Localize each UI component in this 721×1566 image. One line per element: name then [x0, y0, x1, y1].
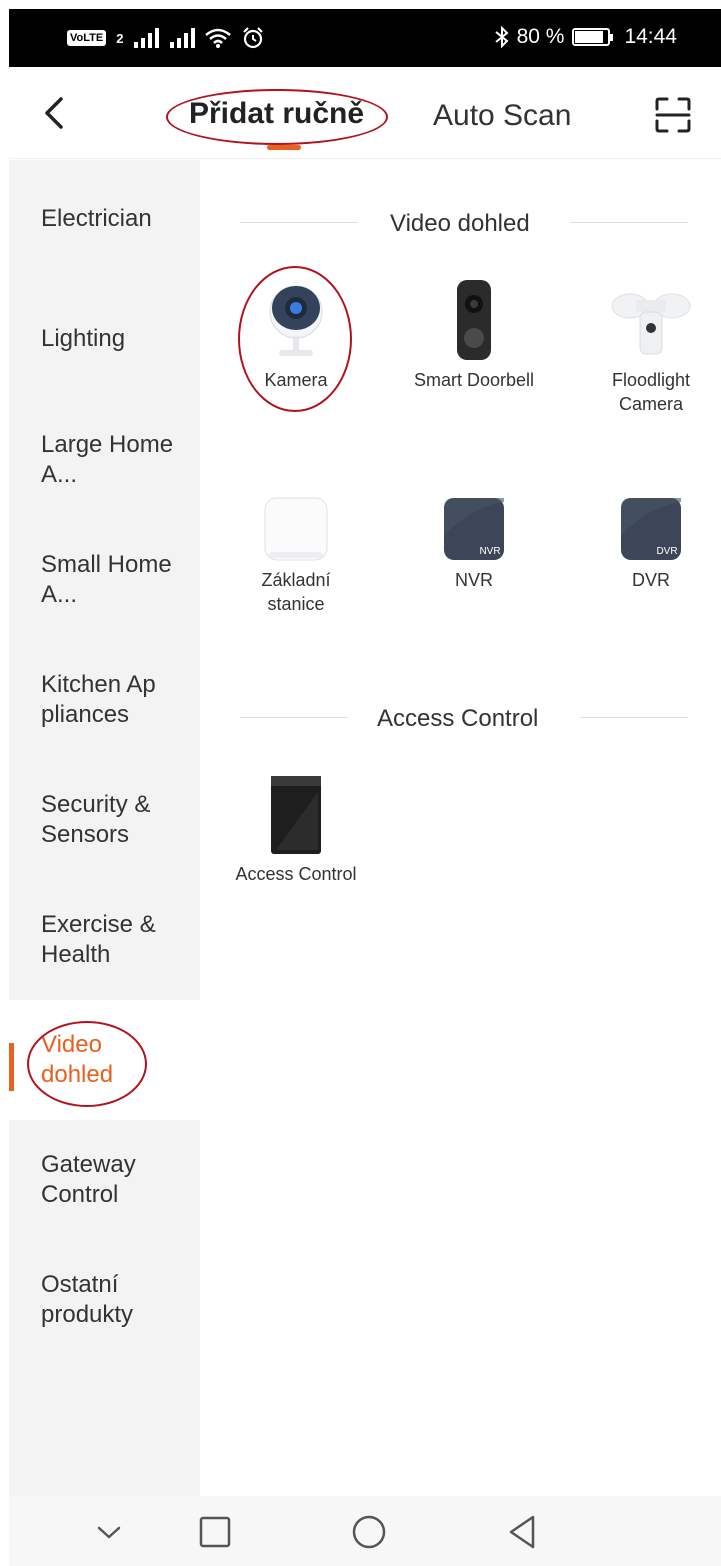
sim-slot-label: 2 — [116, 30, 124, 46]
device-access-control[interactable]: Access Control — [211, 774, 381, 886]
sidebar-item-label: Ostatní produkty — [41, 1271, 134, 1328]
dvr-icon: DVR — [621, 498, 681, 560]
app-screen: VoLTE 2 80 % 14:44 Přidat ručně Auto Sca… — [9, 9, 721, 1566]
bluetooth-icon — [494, 26, 509, 48]
access-control-panel-icon — [271, 776, 321, 854]
device-label: Smart Doorbell — [413, 370, 535, 390]
nvr-badge: NVR — [479, 546, 500, 557]
alarm-clock-icon — [243, 27, 264, 49]
device-label: DVR — [631, 570, 670, 590]
sidebar-item-label: Security & Sensors — [41, 791, 151, 848]
sidebar-item-label: Video dohled — [41, 1031, 114, 1088]
volte-icon: VoLTE — [67, 30, 107, 46]
signal-icon — [134, 28, 160, 48]
active-tab-indicator — [267, 145, 301, 150]
sidebar-item-gateway-control[interactable]: Gateway Control — [9, 1120, 200, 1240]
scan-frame-icon[interactable] — [653, 95, 693, 135]
sidebar-item-small-home-appliances[interactable]: Small Home A... — [9, 520, 200, 640]
wifi-icon — [205, 28, 232, 48]
sidebar-item-label: Large Home A... — [41, 431, 174, 488]
sidebar-item-lighting[interactable]: Lighting — [9, 280, 200, 400]
sidebar-item-video-surveillance[interactable]: Video dohled — [9, 1000, 200, 1120]
device-smart-doorbell[interactable]: Smart Doorbell — [389, 278, 559, 392]
status-bar: VoLTE 2 80 % 14:44 — [9, 9, 721, 67]
sidebar-item-label: Gateway Control — [41, 1151, 136, 1208]
sidebar-item-label: Exercise & Health — [41, 911, 156, 968]
device-camera[interactable]: Kamera — [211, 278, 381, 392]
device-list: Video dohled Kamera Smart Doorbell Flood… — [200, 160, 721, 1496]
system-navigation-bar — [9, 1496, 721, 1566]
category-sidebar: Electrician Lighting Large Home A... Sma… — [9, 160, 200, 1496]
battery-icon — [572, 28, 614, 46]
camera-icon — [269, 285, 323, 356]
dvr-badge: DVR — [656, 546, 677, 557]
device-label: NVR — [454, 570, 493, 590]
device-label: Kamera — [264, 370, 328, 390]
sidebar-item-kitchen-appliances[interactable]: Kitchen Ap pliances — [9, 640, 200, 760]
floodlight-camera-icon — [611, 293, 691, 355]
section-title: Access Control — [377, 705, 539, 732]
nvr-icon: NVR — [444, 498, 504, 560]
device-label: Základní stanice — [261, 570, 331, 614]
top-bar: Přidat ručně Auto Scan — [9, 67, 721, 159]
device-nvr[interactable]: NVR NVR — [389, 496, 559, 592]
section-divider — [240, 222, 358, 223]
sidebar-item-label: Small Home A... — [41, 551, 172, 608]
chevron-down-icon[interactable] — [89, 1512, 129, 1552]
section-divider — [240, 717, 348, 718]
device-floodlight-camera[interactable]: Floodlight Camera — [566, 278, 721, 416]
sidebar-item-large-home-appliances[interactable]: Large Home A... — [9, 400, 200, 520]
clock-time: 14:44 — [624, 25, 677, 48]
sidebar-item-security-sensors[interactable]: Security & Sensors — [9, 760, 200, 880]
device-label: Access Control — [235, 864, 357, 884]
triangle-back-icon[interactable] — [503, 1512, 543, 1552]
battery-fill — [575, 31, 603, 43]
section-title: Video dohled — [390, 210, 530, 237]
sidebar-item-other-products[interactable]: Ostatní produkty — [9, 1240, 200, 1360]
sidebar-item-electrician[interactable]: Electrician — [9, 160, 200, 280]
sidebar-item-label: Lighting — [41, 325, 126, 352]
doorbell-icon — [457, 280, 491, 360]
chevron-left-icon[interactable] — [37, 93, 73, 133]
active-category-indicator — [9, 1043, 14, 1091]
base-station-icon — [264, 497, 328, 561]
sidebar-item-exercise-health[interactable]: Exercise & Health — [9, 880, 200, 1000]
tab-auto-scan[interactable]: Auto Scan — [433, 99, 571, 133]
device-dvr[interactable]: DVR DVR — [566, 496, 721, 592]
device-base-station[interactable]: Základní stanice — [211, 496, 381, 616]
sidebar-item-label: Electrician — [41, 205, 152, 232]
square-recents-icon[interactable] — [195, 1512, 235, 1552]
battery-percent: 80 % — [516, 25, 565, 48]
circle-home-icon[interactable] — [349, 1512, 389, 1552]
sidebar-item-label: Kitchen Ap pliances — [41, 671, 156, 728]
tab-add-manually[interactable]: Přidat ručně — [189, 97, 364, 131]
section-divider — [570, 222, 688, 223]
section-divider — [580, 717, 688, 718]
device-label: Floodlight Camera — [611, 370, 691, 414]
signal-icon — [170, 28, 196, 48]
